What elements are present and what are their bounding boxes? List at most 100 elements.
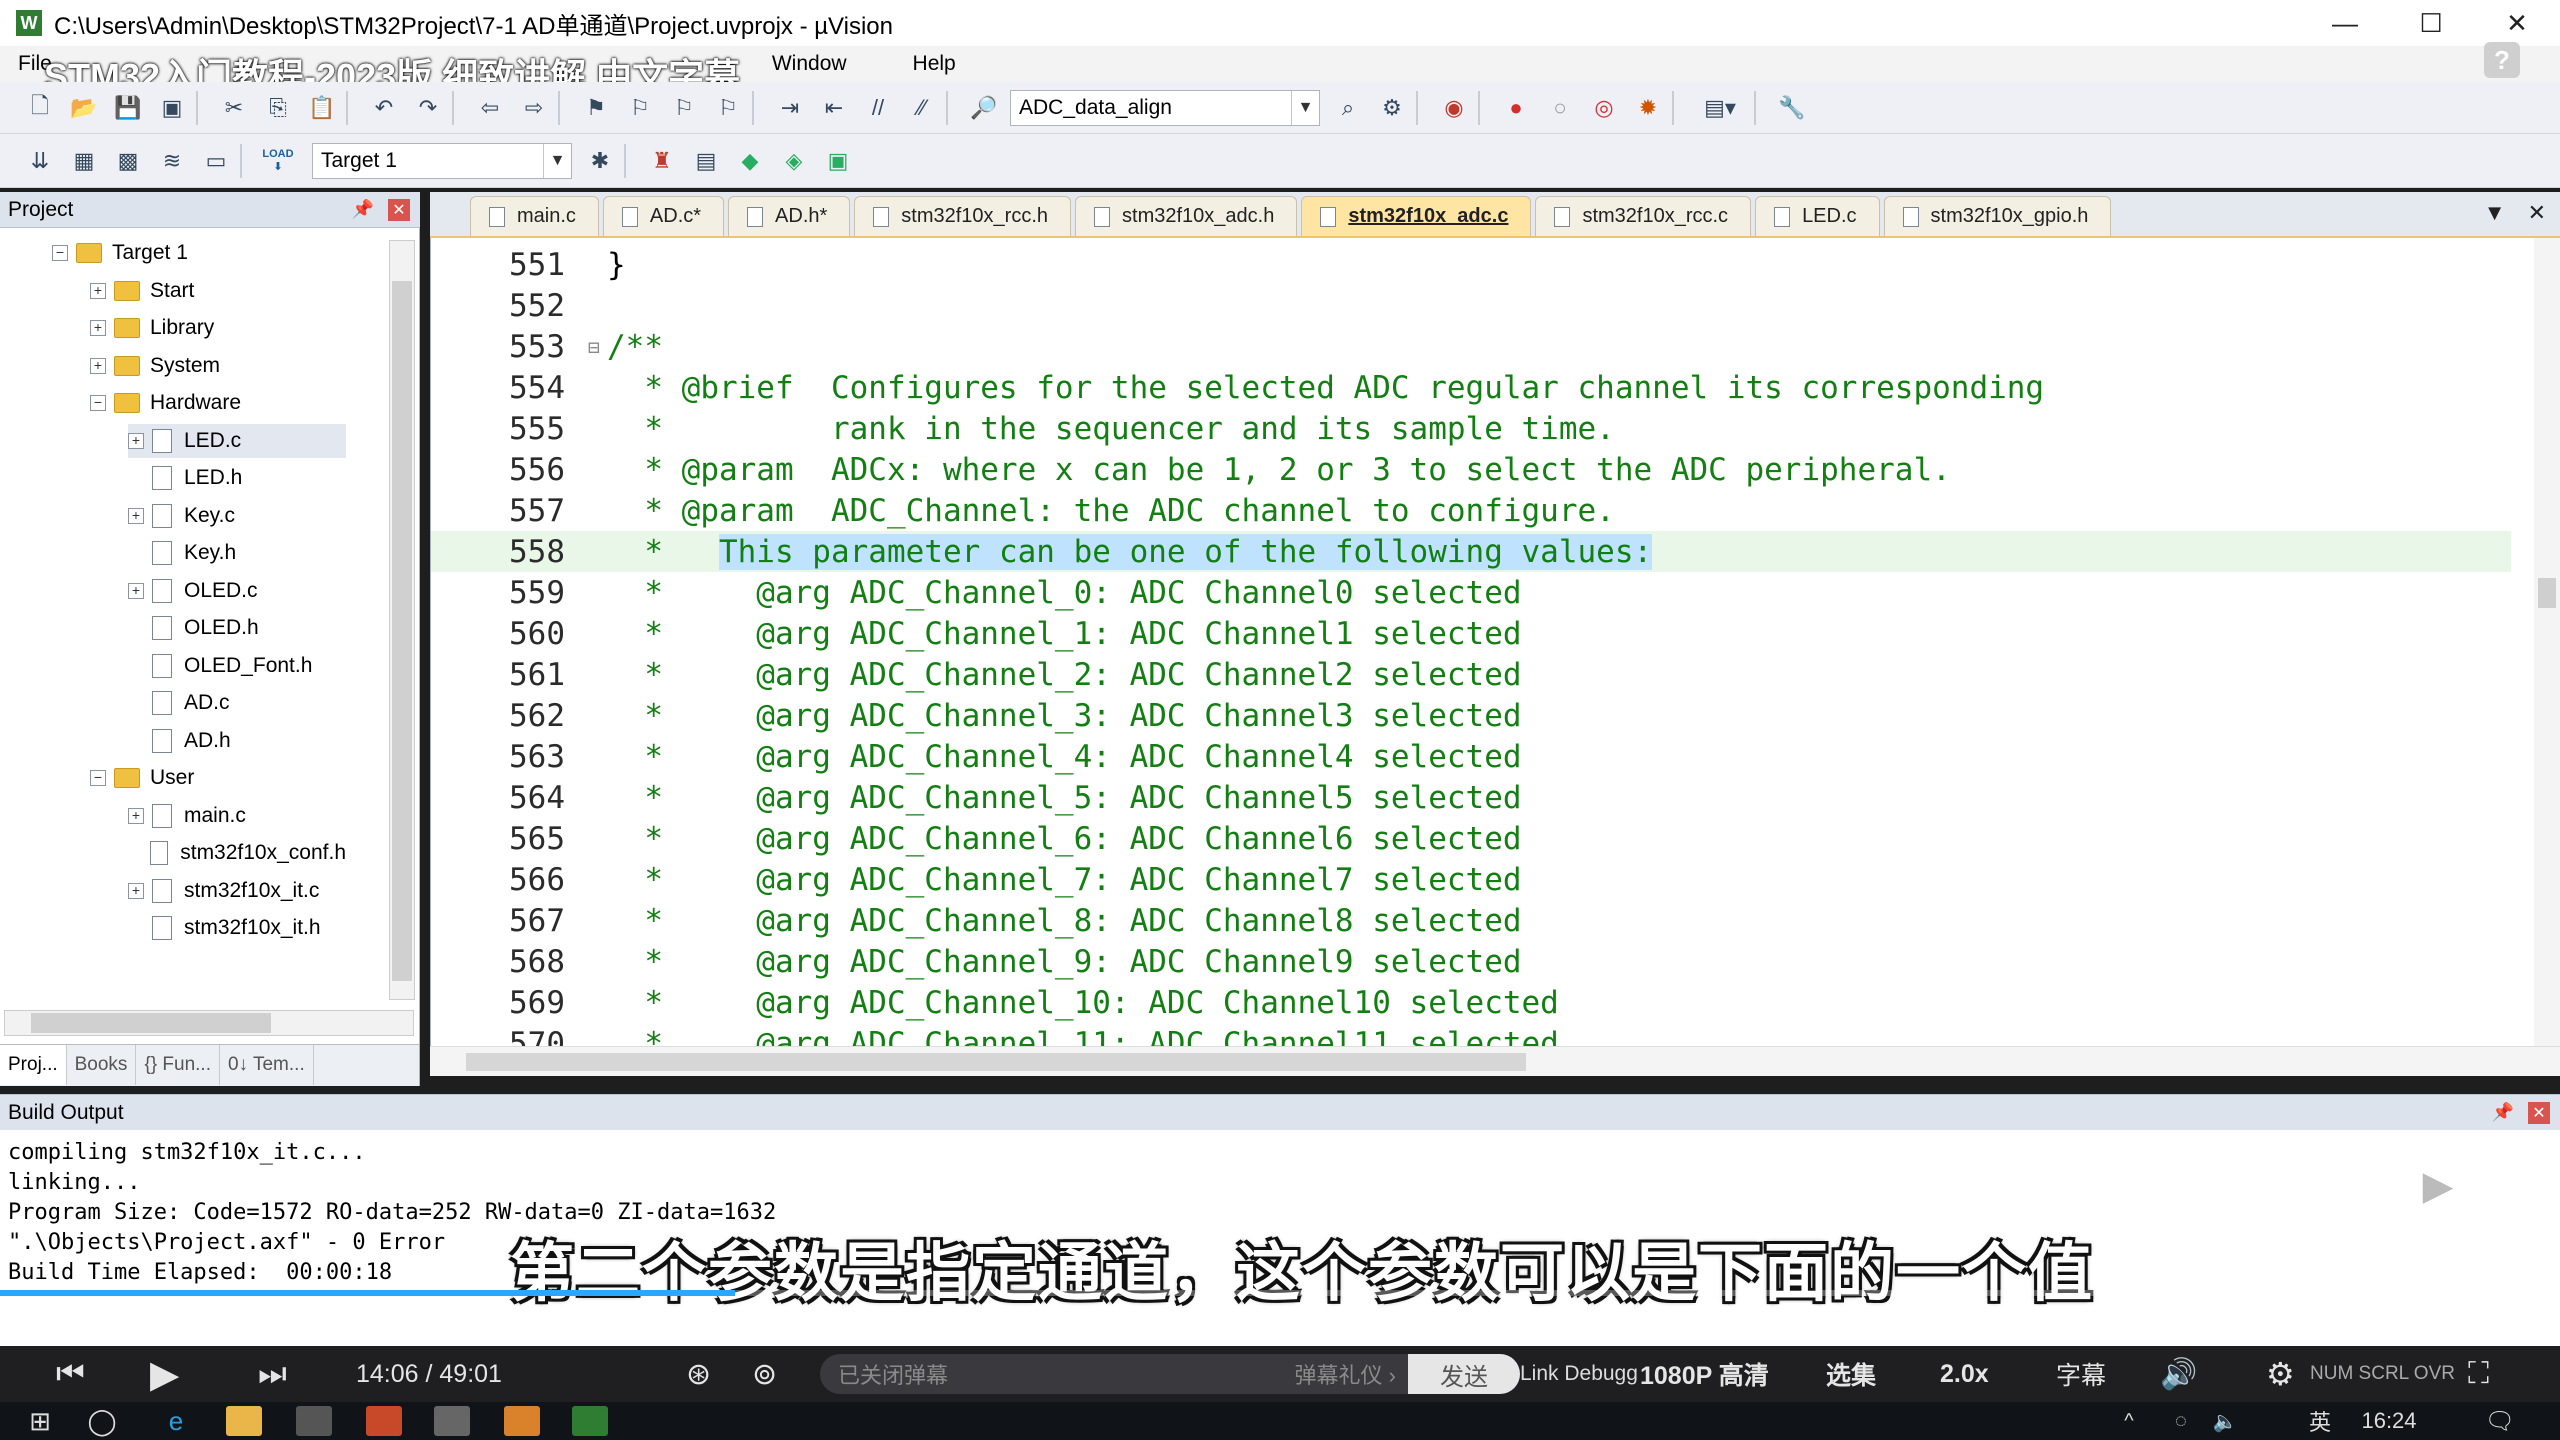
code-line[interactable]: 552 xyxy=(431,285,2511,326)
send-button[interactable]: 发送 xyxy=(1408,1354,1520,1394)
chevron-down-icon[interactable]: ▼ xyxy=(1291,90,1319,125)
expand-icon[interactable]: + xyxy=(90,320,106,336)
cut-icon[interactable]: ✂ xyxy=(218,92,250,124)
expand-icon[interactable]: + xyxy=(128,582,144,599)
next-bookmark-icon[interactable]: ⚐ xyxy=(668,92,700,124)
code-line[interactable]: 567 * @arg ADC_Channel_8: ADC Channel8 s… xyxy=(431,900,2511,941)
powerpoint-icon[interactable] xyxy=(364,1402,404,1440)
camera-app-icon[interactable] xyxy=(294,1402,334,1440)
network-icon[interactable]: ◌ xyxy=(2166,1402,2196,1440)
file-explorer-icon[interactable] xyxy=(224,1402,264,1440)
batch-build-icon[interactable]: ≋ xyxy=(156,145,188,177)
editor-vertical-scrollbar[interactable] xyxy=(2534,238,2560,1046)
tree-item[interactable]: OLED_Font.h xyxy=(128,649,346,683)
tray-chevron-up-icon[interactable]: ^ xyxy=(2114,1402,2144,1440)
editor-tab[interactable]: LED.c xyxy=(1755,196,1880,236)
rebuild-icon[interactable]: ▩ xyxy=(112,145,144,177)
tree-item[interactable]: LED.h xyxy=(128,461,346,495)
code-line[interactable]: 564 * @arg ADC_Channel_5: ADC Channel5 s… xyxy=(431,777,2511,818)
tree-item[interactable]: − Hardware xyxy=(90,386,346,420)
find-in-files-icon[interactable]: 🔎 xyxy=(968,92,1000,124)
tree-item[interactable]: Key.h xyxy=(128,536,346,570)
tree-item[interactable]: AD.h xyxy=(128,724,346,758)
tree-item[interactable]: + OLED.c xyxy=(128,574,346,608)
close-tab-icon[interactable]: ✕ xyxy=(2528,200,2546,226)
collapse-icon[interactable]: − xyxy=(52,245,68,261)
manage-project-items-icon[interactable]: ♜ xyxy=(646,145,678,177)
collapse-icon[interactable]: − xyxy=(90,395,106,411)
quality-selector[interactable]: 1080P 高清 xyxy=(1640,1346,1769,1402)
expand-icon[interactable]: + xyxy=(128,882,144,899)
expand-icon[interactable]: + xyxy=(90,282,106,299)
video-progress-bar[interactable] xyxy=(0,1290,2560,1296)
window-layout-icon[interactable]: ▤▾ xyxy=(1694,92,1746,124)
code-line[interactable]: 557 * @param ADC_Channel: the ADC channe… xyxy=(431,490,2511,531)
tab-functions[interactable]: {} Fun... xyxy=(136,1045,220,1085)
code-line[interactable]: 562 * @arg ADC_Channel_3: ADC Channel3 s… xyxy=(431,695,2511,736)
close-button[interactable]: ✕ xyxy=(2474,0,2560,46)
code-line[interactable]: 560 * @arg ADC_Channel_1: ADC Channel1 s… xyxy=(431,613,2511,654)
speed-selector[interactable]: 2.0x xyxy=(1940,1346,1989,1402)
editor-tab[interactable]: stm32f10x_rcc.h xyxy=(854,196,1072,236)
tree-item[interactable]: − Target 1 xyxy=(52,236,346,270)
play-icon[interactable]: ▶ xyxy=(2388,1148,2488,1224)
target-combo[interactable]: Target 1 ▼ xyxy=(312,142,572,179)
maximize-button[interactable]: ☐ xyxy=(2388,0,2474,46)
start-debug-icon[interactable]: ◉ xyxy=(1438,92,1470,124)
enable-breakpoint-icon[interactable]: ○ xyxy=(1544,92,1576,124)
download-load-icon[interactable]: LOAD ⬇ xyxy=(262,145,294,177)
settings-gear-icon[interactable]: ⚙ xyxy=(2266,1346,2295,1402)
manage-runtime-icon[interactable]: ◈ xyxy=(778,145,810,177)
tab-project[interactable]: Proj... xyxy=(0,1045,67,1085)
play-pause-icon[interactable]: ▶ xyxy=(150,1346,179,1402)
danmu-settings-icon[interactable]: ⊚ xyxy=(752,1346,777,1402)
paste-icon[interactable]: 📋 xyxy=(306,92,338,124)
notification-center-icon[interactable]: 🗨 xyxy=(2480,1402,2520,1440)
previous-icon[interactable]: ⏮ xyxy=(56,1346,85,1402)
fold-collapse-icon[interactable]: ⊟ xyxy=(581,335,607,359)
comment-icon[interactable]: // xyxy=(862,92,894,124)
chevron-down-icon[interactable]: ▼ xyxy=(543,143,571,178)
editor-horizontal-scrollbar[interactable] xyxy=(430,1046,2560,1076)
menu-window[interactable]: Window xyxy=(772,52,847,76)
pack-installer-icon[interactable]: ▣ xyxy=(822,145,854,177)
select-packs-icon[interactable]: ◆ xyxy=(734,145,766,177)
close-icon[interactable]: ✕ xyxy=(2528,1101,2550,1124)
next-icon[interactable]: ⏭ xyxy=(258,1346,287,1402)
incremental-find-icon[interactable]: ⚙ xyxy=(1376,92,1408,124)
code-line[interactable]: 555 * rank in the sequencer and its samp… xyxy=(431,408,2511,449)
editor-tab[interactable]: main.c xyxy=(470,196,599,236)
expand-icon[interactable]: + xyxy=(128,432,144,449)
photos-app-icon[interactable] xyxy=(432,1402,472,1440)
tree-item[interactable]: + LED.c xyxy=(128,423,346,458)
manage-multi-project-icon[interactable]: ▤ xyxy=(690,145,722,177)
collapse-icon[interactable]: − xyxy=(90,770,106,786)
code-line[interactable]: 569 * @arg ADC_Channel_10: ADC Channel10… xyxy=(431,982,2511,1023)
save-icon[interactable]: 💾 xyxy=(112,92,144,124)
code-line[interactable]: 570 * @arg ADC_Channel_11: ADC Channel11… xyxy=(431,1023,2511,1047)
expand-icon[interactable]: + xyxy=(128,507,144,524)
code-line[interactable]: 563 * @arg ADC_Channel_4: ADC Channel4 s… xyxy=(431,736,2511,777)
bookmark-icon[interactable]: ⚑ xyxy=(580,92,612,124)
code-line[interactable]: 554 * @brief Configures for the selected… xyxy=(431,367,2511,408)
tree-item[interactable]: AD.c xyxy=(128,686,346,720)
danmu-toggle-icon[interactable]: ⊛ xyxy=(686,1346,711,1402)
code-line[interactable]: 558 * This parameter can be one of the f… xyxy=(431,531,2511,572)
minimize-button[interactable]: — xyxy=(2302,0,2388,46)
tree-item[interactable]: stm32f10x_conf.h xyxy=(128,836,346,870)
redo-icon[interactable]: ↷ xyxy=(412,92,444,124)
new-file-icon[interactable]: 🗋 xyxy=(24,92,56,124)
build-icon[interactable]: ▦ xyxy=(68,145,100,177)
editor-tab[interactable]: stm32f10x_gpio.h xyxy=(1883,196,2112,236)
pin-icon[interactable]: 📌 xyxy=(2492,1102,2514,1123)
tree-item[interactable]: + System xyxy=(90,349,346,383)
tab-list-chevron-icon[interactable]: ▼ xyxy=(2484,200,2506,226)
navigate-forward-icon[interactable]: ⇨ xyxy=(518,92,550,124)
caption-button[interactable]: 字幕 xyxy=(2056,1346,2106,1402)
close-icon[interactable]: ✕ xyxy=(388,198,410,221)
editor-tab[interactable]: stm32f10x_adc.h xyxy=(1075,196,1298,236)
tab-books[interactable]: Books xyxy=(67,1045,137,1085)
help-icon[interactable]: ? xyxy=(2484,42,2520,78)
danmu-etiquette-link[interactable]: 弹幕礼仪 › xyxy=(1295,1358,1396,1390)
indent-icon[interactable]: ⇥ xyxy=(774,92,806,124)
